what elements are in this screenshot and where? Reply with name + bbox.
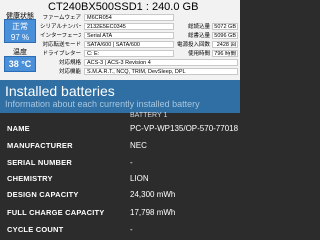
info-label: インターフェース [40, 33, 81, 39]
disk-info-row: ドライブレター C: E: 使用時間 796 時間 [40, 50, 240, 58]
section-title: Installed batteries [5, 83, 115, 99]
row-value: 17,798 mWh [130, 208, 176, 217]
table-row: CYCLE COUNT - [0, 225, 240, 240]
disk-info-row: ファームウェア M6CR054 [40, 14, 240, 22]
info-label: 対応転送モード [42, 42, 81, 48]
info-label-2: 使用時間 [187, 51, 210, 57]
table-row: FULL CHARGE CAPACITY 17,798 mWh [0, 208, 240, 223]
row-value: - [130, 158, 133, 167]
table-row: MANUFACTURER NEC [0, 141, 240, 156]
section-subtitle: Information about each currently install… [5, 99, 200, 109]
section-banner: Installed batteries Information about ea… [0, 80, 240, 113]
info-value: ACS-3 | ACS-3 Revision 4 [84, 59, 238, 66]
info-label-2: 電源投入回数 [176, 42, 210, 48]
row-value: LION [130, 174, 149, 183]
row-value: - [130, 225, 133, 234]
info-value-2: 5072 GB [212, 23, 238, 30]
screenshot-root: CT240BX500SSD1 : 240.0 GB 健康状態 正常 97 % 温… [0, 0, 240, 240]
info-value: C: E: [84, 50, 174, 57]
info-value: M6CR054 [84, 14, 174, 21]
disk-info-row: シリアルナンバー 2132E5EC0345 総読込量 5072 GB [40, 23, 240, 31]
row-value: NEC [130, 141, 147, 150]
drive-title[interactable]: CT240BX500SSD1 : 240.0 GB [48, 0, 240, 14]
info-label: 対応規格 [58, 60, 81, 66]
info-label-2: 総書込量 [187, 33, 210, 39]
row-label: FULL CHARGE CAPACITY [7, 208, 105, 217]
health-status-text: 正常 [12, 22, 28, 31]
info-value: 2132E5EC0345 [84, 23, 174, 30]
battery-column-header: BATTERY 1 [130, 112, 168, 119]
row-label: CYCLE COUNT [7, 225, 64, 234]
row-label: CHEMISTRY [7, 174, 53, 183]
info-label: ドライブレター [42, 51, 81, 57]
row-label: DESIGN CAPACITY [7, 190, 79, 199]
disk-info-panel: CT240BX500SSD1 : 240.0 GB 健康状態 正常 97 % 温… [0, 0, 240, 80]
row-label: MANUFACTURER [7, 141, 73, 150]
info-value-2: 5096 GB [212, 32, 238, 39]
info-label: シリアルナンバー [40, 24, 81, 30]
info-value: SATA/600 | SATA/600 [84, 41, 174, 48]
row-value: PC-VP-WP135/OP-570-77018 [130, 124, 239, 133]
disk-info-row: 対応機能 S.M.A.R.T., NCQ, TRIM, DevSleep, DP… [40, 68, 240, 76]
health-percent: 97 % [10, 33, 30, 42]
disk-info-row: 対応規格 ACS-3 | ACS-3 Revision 4 [40, 59, 240, 67]
info-value: S.M.A.R.T., NCQ, TRIM, DevSleep, DPL [84, 68, 238, 75]
table-row: SERIAL NUMBER - [0, 158, 240, 173]
table-row: NAME PC-VP-WP135/OP-570-77018 [0, 124, 240, 139]
temperature-badge[interactable]: 38 °C [4, 56, 36, 72]
info-value-2: 796 時間 [212, 50, 238, 57]
row-label: SERIAL NUMBER [7, 158, 72, 167]
disk-info-row: 対応転送モード SATA/600 | SATA/600 電源投入回数 2428 … [40, 41, 240, 49]
info-label-2: 総読込量 [187, 24, 210, 30]
info-value: Serial ATA [84, 32, 174, 39]
table-row: DESIGN CAPACITY 24,300 mWh [0, 190, 240, 205]
health-status-badge[interactable]: 正常 97 % [4, 19, 36, 43]
row-value: 24,300 mWh [130, 190, 176, 199]
info-label: ファームウェア [42, 15, 81, 21]
info-value-2: 2428 回 [212, 41, 238, 48]
table-row: CHEMISTRY LION [0, 174, 240, 189]
info-label: 対応機能 [58, 69, 81, 75]
row-label: NAME [7, 124, 30, 133]
disk-info-row: インターフェース Serial ATA 総書込量 5096 GB [40, 32, 240, 40]
